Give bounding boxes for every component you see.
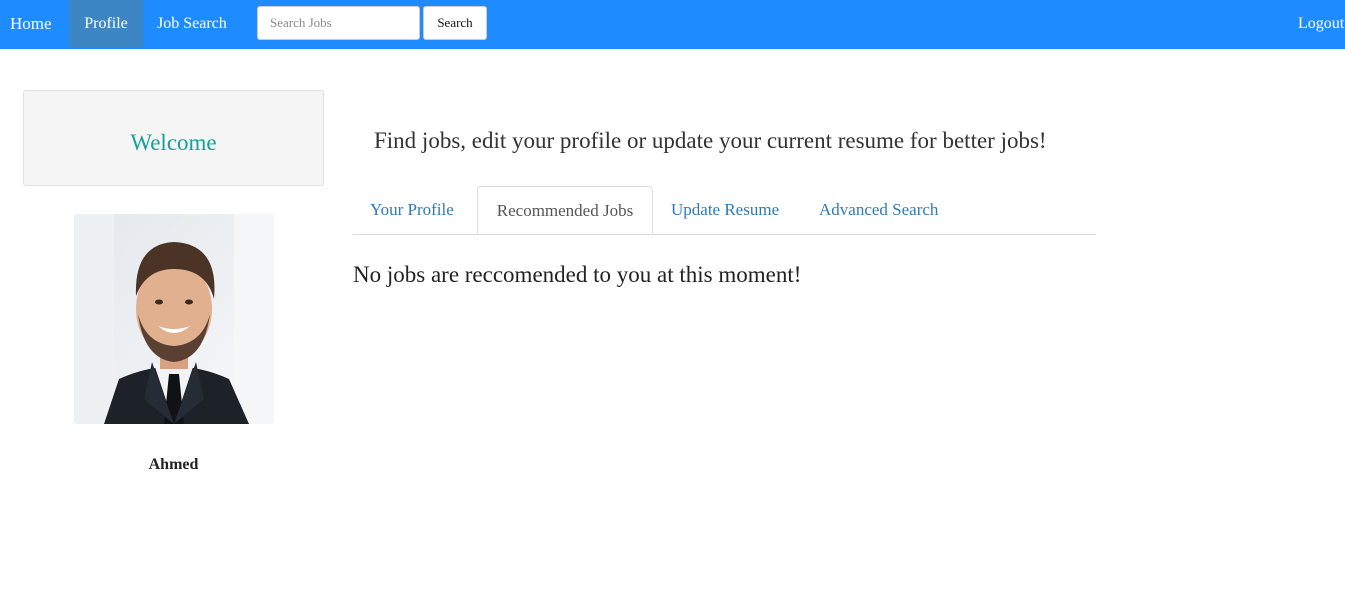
user-avatar-photo-icon (74, 214, 274, 424)
welcome-panel: Welcome (23, 90, 324, 186)
tab-advanced-search[interactable]: Advanced Search (819, 186, 938, 233)
nav-job-search-link[interactable]: Job Search (157, 0, 227, 48)
empty-state-message: No jobs are reccomended to you at this m… (353, 262, 802, 287)
tab-recommended-jobs[interactable]: Recommended Jobs (477, 186, 653, 234)
logout-link[interactable]: Logout (1298, 0, 1344, 48)
tab-update-resume[interactable]: Update Resume (671, 186, 779, 233)
user-name: Ahmed (148, 456, 199, 473)
profile-tabs: Your Profile Recommended Jobs Update Res… (353, 186, 1096, 235)
profile-avatar (74, 214, 274, 424)
page-tagline: Find jobs, edit your profile or update y… (374, 128, 1047, 153)
nav-home-link[interactable]: Home (10, 0, 52, 48)
welcome-heading: Welcome (130, 130, 217, 155)
search-button[interactable]: Search (423, 6, 487, 40)
nav-profile-link[interactable]: Profile (69, 0, 143, 48)
tab-your-profile[interactable]: Your Profile (370, 186, 454, 233)
search-input[interactable] (257, 6, 420, 40)
top-navbar: Home Profile Job Search Search Logout (0, 0, 1345, 49)
